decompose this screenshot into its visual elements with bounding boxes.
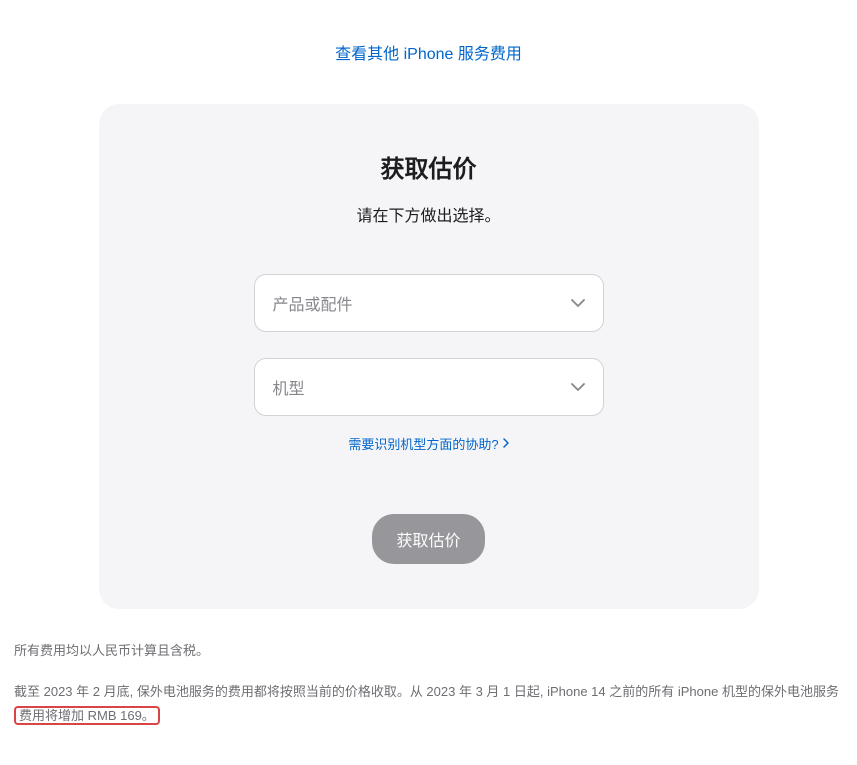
highlighted-price-info: 费用将增加 RMB 169。 bbox=[14, 706, 160, 725]
get-estimate-button[interactable]: 获取估价 bbox=[372, 514, 484, 564]
chevron-right-icon bbox=[503, 436, 509, 451]
card-title: 获取估价 bbox=[129, 149, 729, 184]
model-select-wrapper: 机型 bbox=[254, 358, 604, 416]
model-select[interactable]: 机型 bbox=[254, 358, 604, 416]
footer-line-2: 截至 2023 年 2 月底, 保外电池服务的费用都将按照当前的价格收取。从 2… bbox=[14, 680, 843, 729]
chevron-down-icon bbox=[571, 383, 585, 391]
help-link-container: 需要识别机型方面的协助? bbox=[129, 434, 729, 454]
top-link-container: 查看其他 iPhone 服务费用 bbox=[10, 40, 847, 64]
card-subtitle: 请在下方做出选择。 bbox=[129, 202, 729, 226]
model-help-link[interactable]: 需要识别机型方面的协助? bbox=[348, 434, 508, 453]
product-select-wrapper: 产品或配件 bbox=[254, 274, 604, 332]
estimate-card: 获取估价 请在下方做出选择。 产品或配件 机型 bbox=[99, 104, 759, 609]
other-fees-link[interactable]: 查看其他 iPhone 服务费用 bbox=[335, 46, 522, 63]
model-select-label: 机型 bbox=[273, 375, 305, 399]
footer-line-2-prefix: 截至 2023 年 2 月底, 保外电池服务的费用都将按照当前的价格收取。从 2… bbox=[14, 684, 839, 699]
footer-line-1: 所有费用均以人民币计算且含税。 bbox=[14, 639, 843, 664]
product-select[interactable]: 产品或配件 bbox=[254, 274, 604, 332]
chevron-down-icon bbox=[571, 299, 585, 307]
footer-text: 所有费用均以人民币计算且含税。 截至 2023 年 2 月底, 保外电池服务的费… bbox=[10, 639, 847, 729]
product-select-label: 产品或配件 bbox=[273, 291, 353, 315]
help-link-label: 需要识别机型方面的协助? bbox=[348, 434, 498, 453]
